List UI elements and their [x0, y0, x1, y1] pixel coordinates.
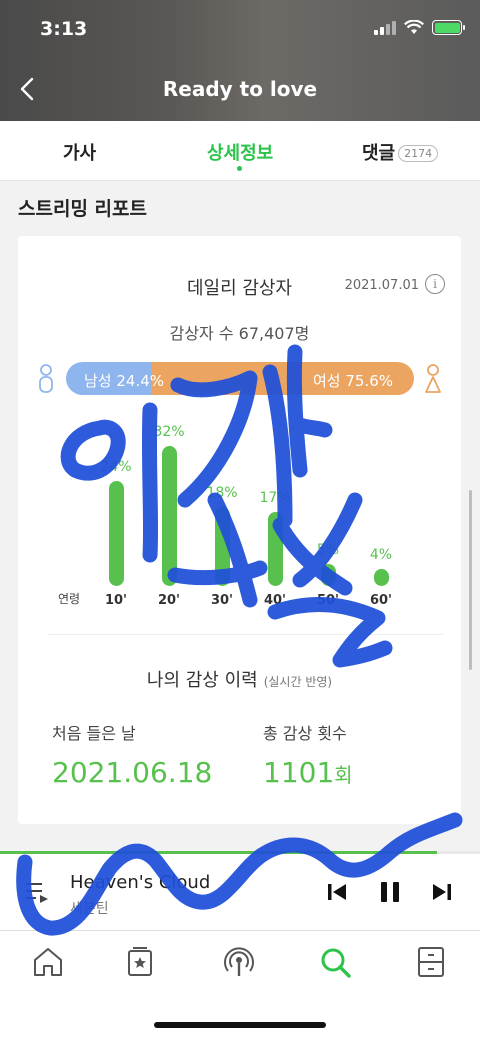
age-bar-value-label: 18%: [206, 485, 238, 502]
age-bar-value-label: 24%: [100, 459, 132, 475]
age-category-label: 40': [263, 593, 287, 608]
first-listen-date: 2021.06.18: [52, 756, 213, 789]
female-ratio-label: 여성 75.6%: [312, 372, 393, 390]
search-icon[interactable]: [318, 945, 352, 979]
age-axis-label: 연령: [58, 592, 81, 606]
scrollbar[interactable]: [469, 490, 472, 670]
status-time: 3:13: [40, 18, 88, 40]
pause-icon[interactable]: [376, 878, 404, 906]
listener-count: 감상자 수 67,407명: [169, 324, 310, 343]
report-date: 2021.07.01: [344, 278, 419, 293]
tab-comments[interactable]: 댓글 2174: [362, 139, 439, 165]
drawer-icon[interactable]: [414, 945, 448, 979]
next-track-icon[interactable]: [428, 878, 456, 906]
active-tab-dot: [237, 166, 242, 171]
song-page-title: Ready to love: [162, 77, 318, 101]
age-category-label: 30': [210, 593, 234, 608]
mini-player[interactable]: Heaven's Cloud 세븐틴: [0, 854, 480, 931]
realtime-note: (실시간 반영): [263, 675, 333, 689]
total-plays-label: 총 감상 횟수: [263, 724, 347, 743]
first-listen-label: 처음 들은 날: [52, 724, 136, 743]
age-distribution-chart: 연령 24% 10' 32% 20' 18% 30' 17% 40' 5% 50' 4% 60': [18, 416, 461, 611]
age-bar: [321, 564, 336, 586]
tab-comments-label: 댓글: [362, 143, 396, 164]
total-plays-number: 1101: [263, 756, 335, 789]
streaming-report-card: 데일리 감상자 2021.07.01 i 감상자 수 67,407명 남성 24…: [18, 236, 461, 824]
previous-track-icon[interactable]: [323, 878, 351, 906]
age-bar-value-label: 17%: [259, 489, 291, 506]
age-bar-value-label: 4%: [369, 546, 393, 563]
tab-details[interactable]: 상세정보: [207, 139, 273, 165]
home-icon[interactable]: [31, 945, 65, 979]
female-icon: [425, 364, 441, 393]
wifi-icon: [404, 20, 424, 34]
total-plays-value: 1101회: [263, 756, 353, 789]
total-plays-unit: 회: [334, 763, 353, 787]
age-category-label: 60': [369, 593, 393, 608]
age-bar-value-label: 5%: [316, 542, 340, 559]
tab-lyrics[interactable]: 가사: [63, 139, 96, 165]
age-bar: [374, 568, 389, 586]
age-category-label: 10': [104, 593, 128, 608]
age-bar-value-label: 32%: [153, 424, 185, 440]
age-bar: [162, 446, 177, 586]
age-category-label: 20': [157, 593, 181, 608]
comment-count-badge: 2174: [398, 145, 439, 162]
status-icons: [374, 20, 465, 35]
info-icon[interactable]: i: [425, 274, 445, 294]
now-playing-artist[interactable]: 세븐틴: [70, 898, 109, 918]
top-nav: Ready to love: [0, 60, 480, 120]
divider: [48, 634, 443, 635]
age-bar: [215, 507, 230, 586]
streaming-report-title: 스트리밍 리포트: [18, 198, 147, 220]
home-indicator: [154, 1022, 326, 1028]
my-history-heading: 나의 감상 이력: [146, 670, 258, 691]
age-bar: [268, 511, 283, 586]
male-icon: [39, 364, 53, 393]
now-playing-title[interactable]: Heaven's Cloud: [70, 872, 210, 893]
playlist-star-icon[interactable]: [123, 945, 157, 979]
playlist-icon[interactable]: [24, 880, 52, 904]
my-history-title: 나의 감상 이력 (실시간 반영): [18, 666, 461, 692]
detail-tabs: 가사 상세정보 댓글 2174: [0, 121, 480, 181]
age-bar: [109, 481, 124, 586]
battery-icon: [432, 20, 465, 35]
status-bar: 3:13: [0, 0, 480, 60]
podcast-icon[interactable]: [222, 945, 256, 979]
male-ratio-label: 남성 24.4%: [84, 372, 165, 390]
age-category-label: 50': [316, 593, 340, 608]
cellular-signal-icon: [374, 20, 396, 35]
